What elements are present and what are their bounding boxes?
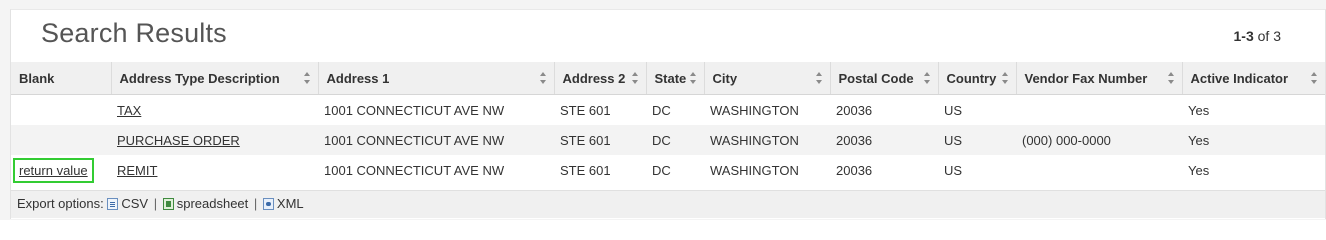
result-count: 1-3 of 3 [1234,28,1281,44]
page-background: Search Results 1-3 of 3 Blank Address Ty… [0,0,1326,220]
cell-blank [11,125,111,155]
cell-address-type: REMIT [111,155,318,185]
cell-active-indicator: Yes [1182,94,1325,125]
search-results-panel: Search Results 1-3 of 3 Blank Address Ty… [10,9,1326,219]
cell-state: DC [646,94,704,125]
spreadsheet-file-icon [162,198,174,210]
cell-postal-code: 20036 [830,94,938,125]
cell-postal-code: 20036 [830,155,938,185]
col-header-label: City [712,70,738,86]
result-count-total: of 3 [1257,28,1281,44]
table-row: PURCHASE ORDER 1001 CONNECTICUT AVE NW S… [11,125,1325,155]
cell-address-2: STE 601 [554,125,646,155]
cell-state: DC [646,155,704,185]
cell-active-indicator: Yes [1182,125,1325,155]
page-title: Search Results [41,18,227,48]
col-header-label: Address 1 [326,70,390,86]
export-csv-link[interactable]: CSV [107,196,148,211]
col-header-postal-code[interactable]: Postal Code [830,62,939,95]
col-header-address-type-description[interactable]: Address Type Description [111,62,319,95]
col-header-blank: Blank [11,62,112,95]
cell-city: WASHINGTON [704,125,830,155]
export-options-bar: Export options: CSV | spreadsheet | XML [11,190,1325,218]
cell-address-2: STE 601 [554,94,646,125]
cell-address-1: 1001 CONNECTICUT AVE NW [318,125,554,155]
cell-postal-code: 20036 [830,125,938,155]
address-type-link[interactable]: TAX [117,103,141,118]
cell-blank: return value [11,155,111,185]
sort-icon[interactable] [303,72,311,84]
col-header-state[interactable]: State [646,62,705,95]
sort-icon[interactable] [815,72,823,84]
xml-file-icon [262,198,274,210]
cell-city: WASHINGTON [704,94,830,125]
csv-file-icon [107,198,119,210]
cell-country: US [938,94,1016,125]
col-header-label: State [654,70,687,86]
cell-address-type: PURCHASE ORDER [111,125,318,155]
col-header-label: Active Indicator [1190,70,1289,86]
export-spreadsheet-link[interactable]: spreadsheet [162,196,249,211]
col-header-vendor-fax-number[interactable]: Vendor Fax Number [1016,62,1183,95]
cell-vendor-fax [1016,94,1182,125]
sort-icon[interactable] [689,72,697,84]
cell-address-type: TAX [111,94,318,125]
sort-icon[interactable] [1311,72,1318,84]
export-xml-label: XML [276,196,304,211]
cell-address-1: 1001 CONNECTICUT AVE NW [318,155,554,185]
table-header-row: Blank Address Type Description Address 1… [11,62,1325,95]
sort-icon[interactable] [1001,72,1009,84]
col-header-city[interactable]: City [704,62,831,95]
cell-vendor-fax: (000) 000-0000 [1016,125,1182,155]
sort-icon[interactable] [539,72,547,84]
address-type-link[interactable]: REMIT [117,163,157,178]
result-count-range: 1-3 [1233,28,1254,44]
sort-icon[interactable] [923,72,931,84]
address-type-link[interactable]: PURCHASE ORDER [117,133,240,148]
export-xml-link[interactable]: XML [262,196,304,211]
cell-state: DC [646,125,704,155]
col-header-label: Address 2 [562,70,626,86]
return-value-link[interactable]: return value [19,163,88,178]
col-header-label: Vendor Fax Number [1024,70,1148,86]
export-separator: | [253,196,258,211]
cell-city: WASHINGTON [704,155,830,185]
export-options-label: Export options: [17,196,104,211]
sort-icon[interactable] [1167,72,1175,84]
col-header-country[interactable]: Country [938,62,1017,95]
cell-country: US [938,155,1016,185]
col-header-label: Blank [19,70,55,86]
col-header-label: Country [946,70,997,86]
cell-active-indicator: Yes [1182,155,1325,185]
table-row: TAX 1001 CONNECTICUT AVE NW STE 601 DC W… [11,94,1325,125]
col-header-address-1[interactable]: Address 1 [318,62,555,95]
export-spreadsheet-label: spreadsheet [176,196,249,211]
cell-address-2: STE 601 [554,155,646,185]
table-row: return value REMIT 1001 CONNECTICUT AVE … [11,155,1325,185]
col-header-active-indicator[interactable]: Active Indicator [1182,62,1325,95]
cell-address-1: 1001 CONNECTICUT AVE NW [318,94,554,125]
results-table: Blank Address Type Description Address 1… [11,62,1325,185]
col-header-address-2[interactable]: Address 2 [554,62,647,95]
export-csv-label: CSV [121,196,149,211]
return-value-highlight: return value [13,157,94,183]
col-header-label: Address Type Description [119,70,280,86]
sort-icon[interactable] [631,72,639,84]
cell-vendor-fax [1016,155,1182,185]
col-header-label: Postal Code [838,70,914,86]
cell-blank [11,94,111,125]
cell-country: US [938,125,1016,155]
export-separator: | [153,196,158,211]
